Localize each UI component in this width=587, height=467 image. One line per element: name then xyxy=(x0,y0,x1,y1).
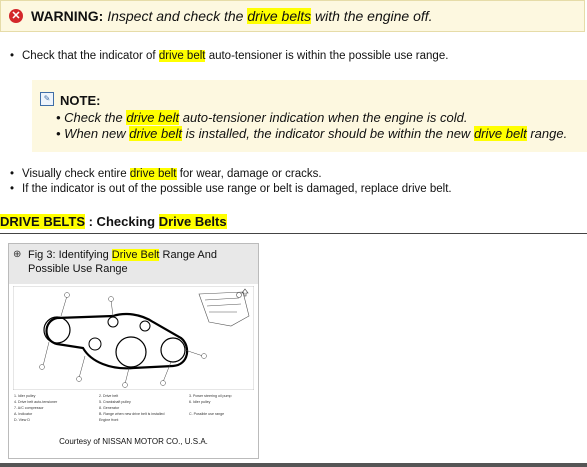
warning-text-post: with the engine off. xyxy=(315,8,433,24)
check-pre: Check that the indicator of xyxy=(22,50,156,62)
bullet: • xyxy=(56,110,65,125)
warning-text-pre: Inspect and check the xyxy=(107,8,244,24)
legend-item: 2. Drive belt xyxy=(99,394,119,398)
heading-rule xyxy=(0,233,587,234)
bullet: • xyxy=(56,126,65,141)
figure-title-highlight: Drive Belt xyxy=(111,249,160,261)
note-line2-post: range. xyxy=(530,126,568,141)
visual-highlight: drive belt xyxy=(129,168,177,180)
visual-pre: Visually check entire xyxy=(22,168,127,180)
figure-title-bar: ⊕ Fig 3: Identifying Drive Belt Range An… xyxy=(9,244,258,284)
bullet: • xyxy=(10,50,15,62)
check-highlight: drive belt xyxy=(158,50,206,62)
note-box: ✎ NOTE: • Check the drive belt auto-tens… xyxy=(32,80,587,152)
legend-item: D. View D xyxy=(14,418,30,422)
note-title: NOTE: xyxy=(60,93,101,108)
bullet: • xyxy=(10,168,15,180)
zoom-icon[interactable]: ⊕ xyxy=(13,249,21,260)
bullet: • xyxy=(10,183,15,195)
warning-text: WARNING: Inspect and check the drive bel… xyxy=(31,8,433,24)
heading-highlight-1: DRIVE BELTS xyxy=(0,214,85,229)
legend-item: A. Indicator xyxy=(14,412,33,416)
note-line1-highlight: drive belt xyxy=(126,110,180,125)
note-line2-highlight-1: drive belt xyxy=(129,126,182,141)
legend-item: 8. Generator xyxy=(99,406,120,410)
note-line-1: • Check the drive belt auto-tensioner in… xyxy=(56,110,467,125)
legend-item: 5. Crankshaft pulley xyxy=(99,400,131,404)
replace-item: • If the indicator is out of the possible… xyxy=(10,183,452,195)
legend-item: Engine front xyxy=(99,418,119,422)
drive-belt-diagram xyxy=(13,286,254,390)
bottom-border xyxy=(0,463,587,467)
visual-check-item: • Visually check entire drive belt for we… xyxy=(10,168,322,180)
heading-mid: : Checking xyxy=(85,214,159,229)
note-line2-pre: When new xyxy=(64,126,126,141)
warning-highlight: drive belts xyxy=(247,8,312,24)
warning-icon: ✕ xyxy=(9,9,23,23)
note-line2-highlight-2: drive belt xyxy=(473,126,527,141)
legend-item: 3. Power steering oil pump xyxy=(189,394,232,398)
visual-post: for wear, damage or cracks. xyxy=(179,168,322,180)
legend-item: C. Possible use range xyxy=(189,412,225,416)
section-heading: DRIVE BELTS : Checking Drive Belts xyxy=(0,214,227,229)
legend-item: 7. A/C compressor xyxy=(14,406,44,410)
figure-courtesy: Courtesy of NISSAN MOTOR CO., U.S.A. xyxy=(59,437,208,446)
warning-box: ✕ WARNING: Inspect and check the drive b… xyxy=(0,0,585,32)
legend-item: 6. Idler pulley xyxy=(189,400,211,404)
check-post: auto-tensioner is within the possible us… xyxy=(208,50,449,62)
note-line2-mid: is installed, the indicator should be wi… xyxy=(185,126,471,141)
check-item: • Check that the indicator of drive belt … xyxy=(10,50,448,62)
note-icon: ✎ xyxy=(40,92,54,106)
figure-title-pre: Fig 3: Identifying xyxy=(28,249,109,261)
legend-item: 4. Drive belt auto-tensioner xyxy=(14,400,58,404)
heading-highlight-2: Drive Belts xyxy=(158,214,227,229)
note-line1-post: auto-tensioner indication when the engin… xyxy=(182,110,468,125)
note-line1-pre: Check the xyxy=(64,110,123,125)
figure-box: ⊕ Fig 3: Identifying Drive Belt Range An… xyxy=(8,243,259,459)
warning-label: WARNING: xyxy=(31,8,104,24)
replace-text: If the indicator is out of the possible … xyxy=(22,183,452,195)
legend-item: 1. Idler pulley xyxy=(14,394,36,398)
note-line-2: • When new drive belt is installed, the … xyxy=(56,126,567,141)
figure-title: Fig 3: Identifying Drive Belt Range And … xyxy=(28,248,248,276)
legend-item: B. Range when new drive belt is installe… xyxy=(99,412,165,416)
